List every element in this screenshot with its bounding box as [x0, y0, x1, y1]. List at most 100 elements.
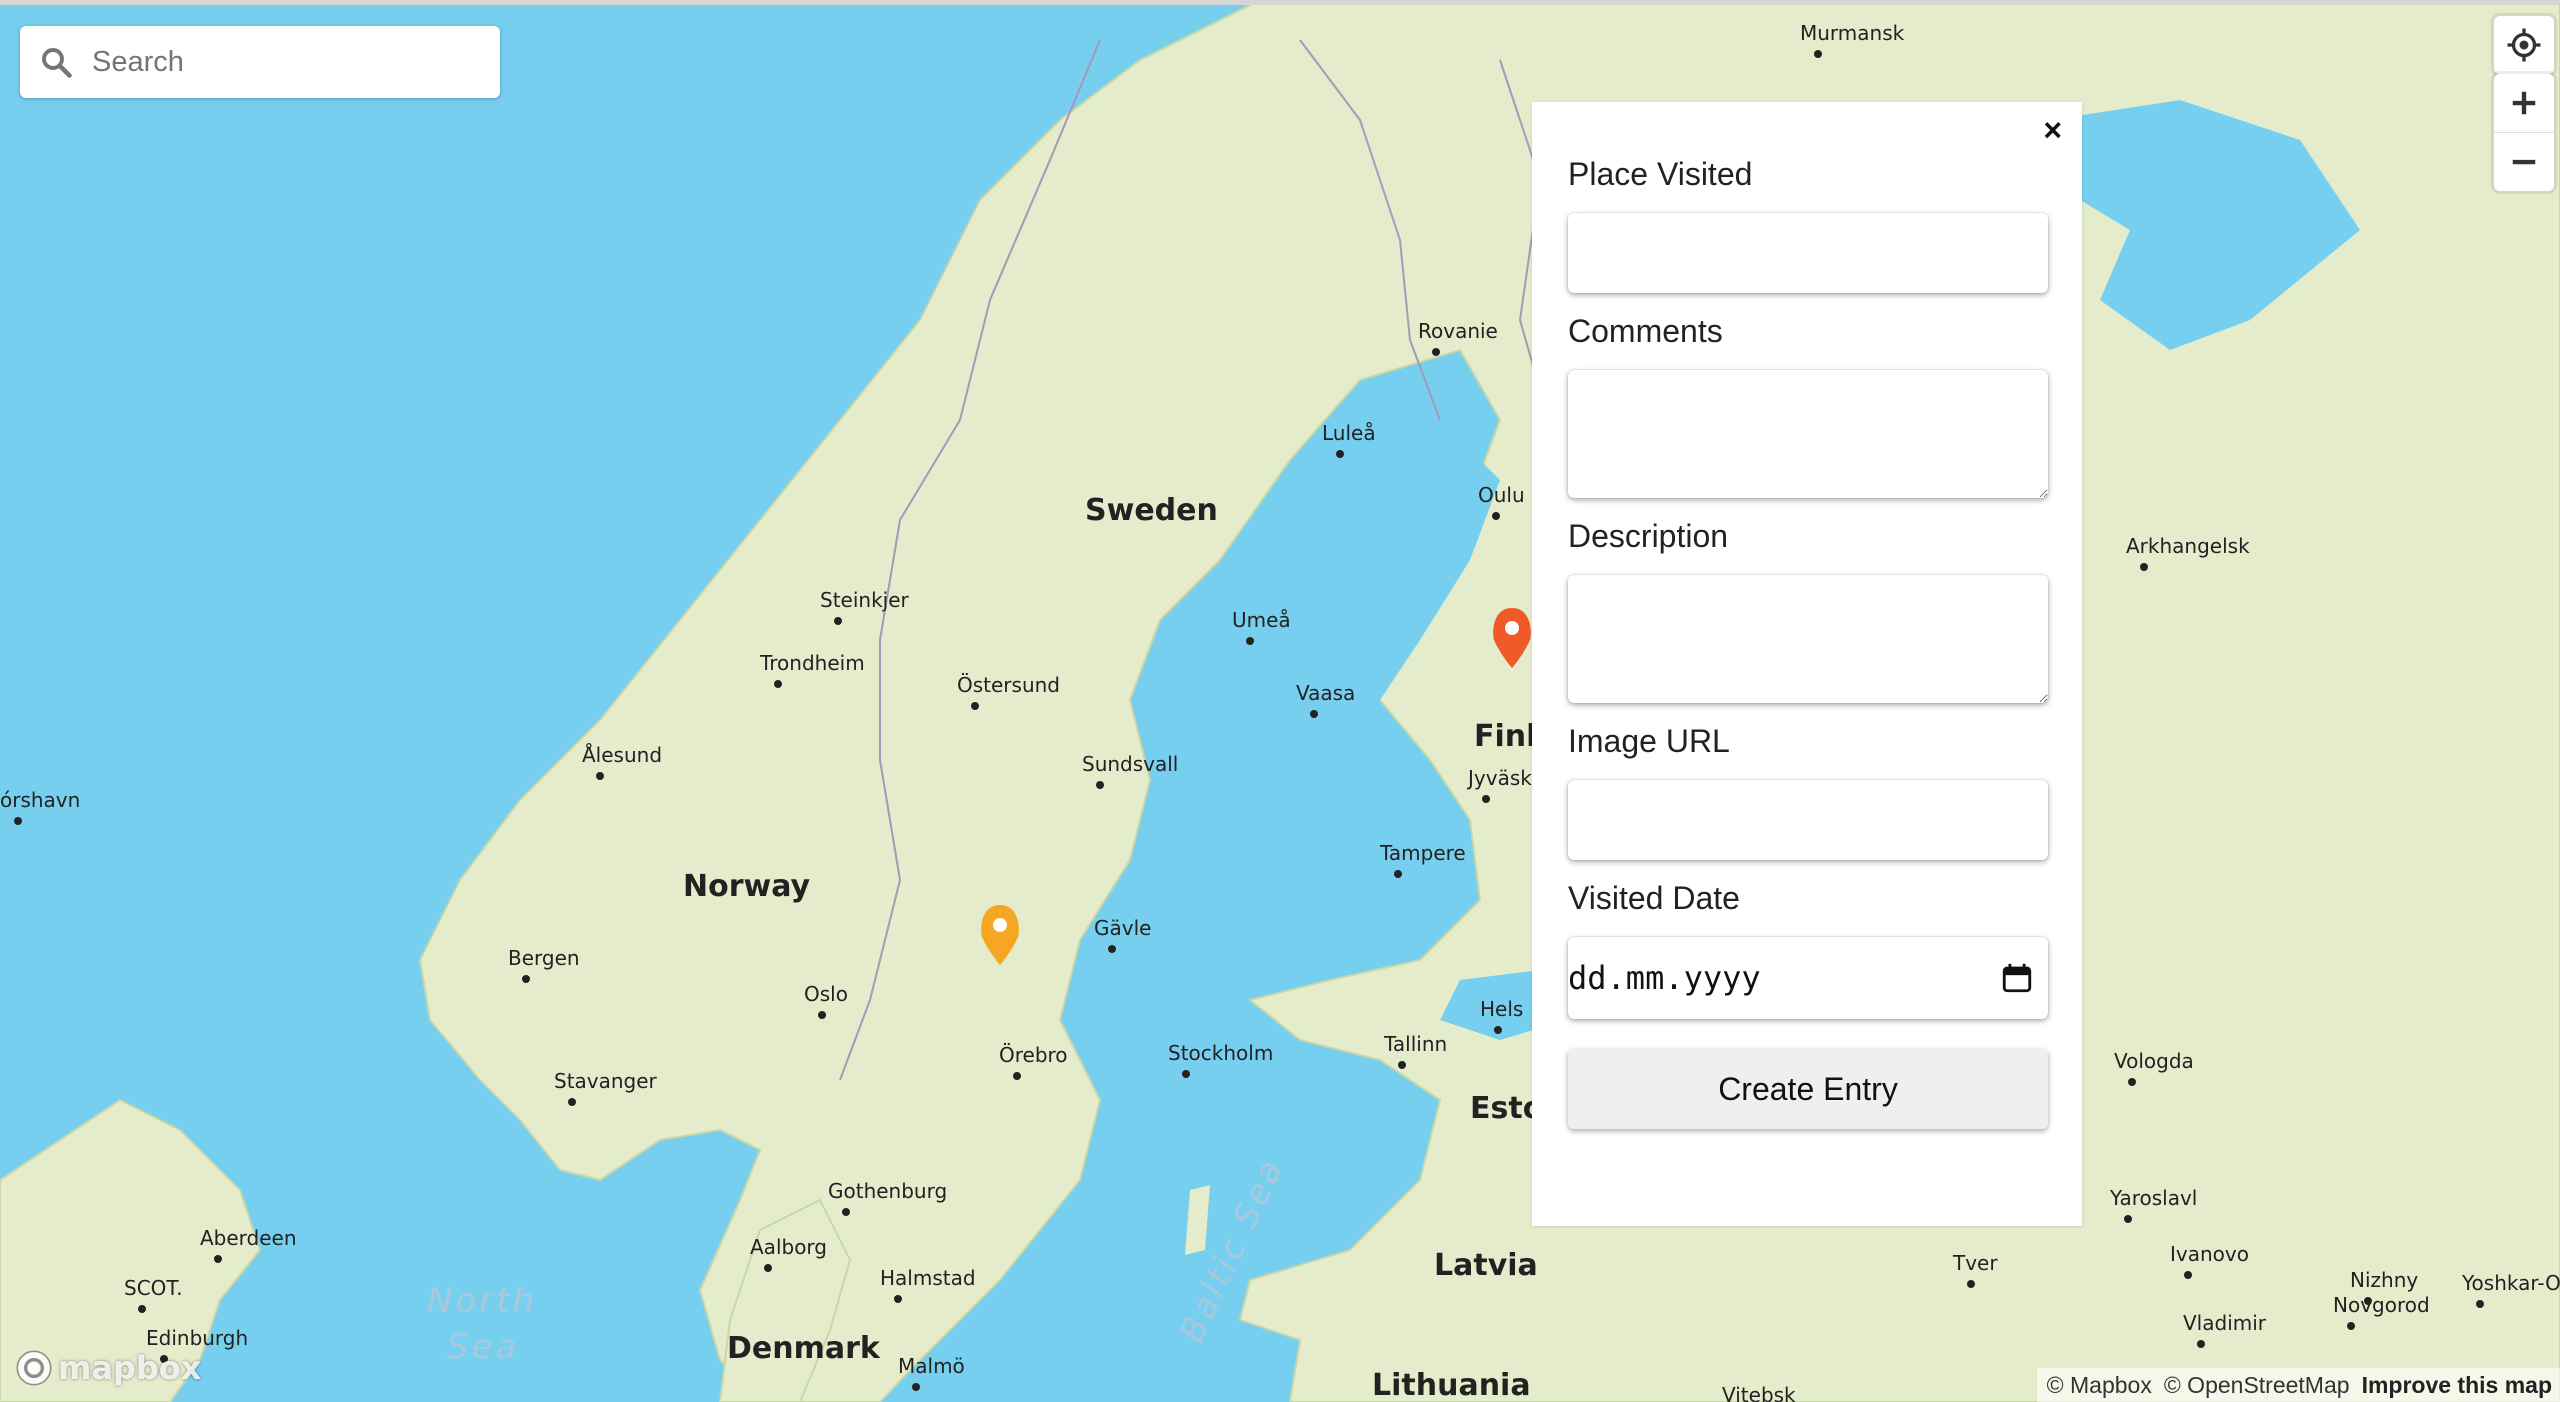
city-label: Halmstad [880, 1266, 976, 1290]
visited-date-label: Visited Date [1568, 880, 1740, 916]
city-label: Hels [1480, 997, 1523, 1021]
city-label: Vladimir [2183, 1311, 2267, 1335]
label-latvia: Latvia [1434, 1248, 1538, 1283]
city-dot [2347, 1322, 2355, 1330]
city-dot [834, 617, 842, 625]
description-textarea[interactable] [1568, 575, 2048, 703]
mapbox-icon [16, 1350, 52, 1386]
label-lithuania: Lithuania [1372, 1368, 1531, 1402]
search-icon [42, 48, 72, 78]
city-dot [1492, 512, 1500, 520]
visited-date-input[interactable]: dd.mm.yyyy [1568, 937, 2048, 1019]
city-label: Bergen [508, 946, 580, 970]
city-dot [764, 1264, 772, 1272]
city-dot [912, 1383, 920, 1391]
city-label: Aalborg [750, 1235, 827, 1259]
city-label: Nizhny [2350, 1268, 2418, 1292]
city-dot [1336, 450, 1344, 458]
search-input[interactable] [90, 44, 474, 80]
comments-textarea[interactable] [1568, 370, 2048, 498]
city-dot [2140, 563, 2148, 571]
city-label: Tampere [1379, 841, 1466, 865]
city-dot [894, 1295, 902, 1303]
city-label: Murmansk [1800, 21, 1905, 45]
city-label: Yaroslavl [2109, 1186, 2197, 1210]
city-38: Vitebsk [1722, 1383, 1796, 1402]
label-finland: Finl [1474, 719, 1536, 754]
city-label: Rovanie [1418, 319, 1498, 343]
city-label: Edinburgh [146, 1326, 248, 1350]
image-url-input[interactable] [1568, 780, 2048, 860]
city-label: Gävle [1094, 916, 1151, 940]
city-dot [1967, 1280, 1975, 1288]
city-dot [1310, 710, 1318, 718]
city-label: Tallinn [1383, 1032, 1447, 1056]
city-dot [1182, 1070, 1190, 1078]
city-label: Ivanovo [2170, 1242, 2249, 1266]
city-dot [1246, 637, 1254, 645]
calendar-icon[interactable] [2000, 961, 2034, 995]
city-dot [818, 1011, 826, 1019]
attrib-improve[interactable]: Improve this map [2362, 1372, 2552, 1399]
geolocate-button[interactable] [2494, 16, 2554, 74]
city-label: órshavn [0, 788, 80, 812]
city-label: Oulu [1478, 483, 1525, 507]
attribution: © Mapbox © OpenStreetMap Improve this ma… [2036, 1368, 2560, 1402]
city-label: Örebro [999, 1043, 1068, 1067]
city-label: Oslo [804, 982, 848, 1006]
place-input[interactable] [1568, 213, 2048, 293]
city-dot [1482, 795, 1490, 803]
zoom-control[interactable] [2494, 74, 2554, 191]
city-dot [1814, 50, 1822, 58]
city-dot [14, 817, 22, 825]
label-north: North [427, 1281, 537, 1321]
label-sweden: Sweden [1085, 493, 1218, 528]
mapbox-logo[interactable]: mapbox [14, 1348, 201, 1388]
city-label: Vologda [2114, 1049, 2194, 1073]
city-label: Tver [1952, 1251, 1998, 1275]
city-dot [774, 680, 782, 688]
city-dot [2128, 1078, 2136, 1086]
mapbox-logo-text: mapbox [58, 1349, 202, 1387]
city-label: Umeå [1232, 608, 1291, 632]
city-label: Trondheim [759, 651, 865, 675]
city-dot [214, 1255, 222, 1263]
city-label: Steinkjer [820, 588, 910, 612]
zoom-out-button[interactable] [2494, 132, 2554, 191]
city-label: Stavanger [554, 1069, 658, 1093]
city-dot [2124, 1215, 2132, 1223]
city-dot [2197, 1340, 2205, 1348]
zoom-in-button[interactable] [2494, 74, 2554, 132]
city-label: Arkhangelsk [2126, 534, 2250, 558]
map-canvas[interactable]: Sweden Norway Finl Denmark Latvia Lithua… [0, 0, 2560, 1402]
attrib-osm[interactable]: © OpenStreetMap [2164, 1372, 2350, 1399]
geolocate-icon [2507, 28, 2541, 62]
image-url-label: Image URL [1568, 723, 1730, 759]
plus-icon [2512, 91, 2536, 115]
entry-form-panel: × Place Visited Comments Description Ima… [1532, 102, 2082, 1226]
city-label: Luleå [1322, 421, 1376, 445]
search-box[interactable] [20, 26, 500, 98]
city-dot [2184, 1271, 2192, 1279]
minus-icon [2512, 159, 2536, 165]
label-denmark: Denmark [727, 1331, 881, 1366]
create-entry-button[interactable]: Create Entry [1568, 1049, 2048, 1129]
city-label: Stockholm [1168, 1041, 1273, 1065]
description-label: Description [1568, 518, 1729, 554]
geolocate-control[interactable] [2494, 16, 2554, 74]
city-label: Aberdeen [200, 1226, 297, 1250]
city-dot [522, 975, 530, 983]
city-dot [971, 702, 979, 710]
city-label: Vitebsk [1722, 1383, 1796, 1402]
city-label: Östersund [957, 673, 1060, 697]
date-placeholder: dd.mm.yyyy [1568, 959, 1761, 997]
close-button[interactable]: × [2043, 112, 2062, 148]
attrib-mapbox[interactable]: © Mapbox [2047, 1372, 2152, 1399]
city-label: Yoshkar-O [2461, 1271, 2560, 1295]
city-label: SCOT. [124, 1276, 183, 1300]
city-label: Malmö [898, 1354, 965, 1378]
city-dot [2476, 1300, 2484, 1308]
comments-label: Comments [1568, 313, 1723, 349]
place-label: Place Visited [1568, 156, 1753, 192]
city-label: Vaasa [1296, 681, 1355, 705]
